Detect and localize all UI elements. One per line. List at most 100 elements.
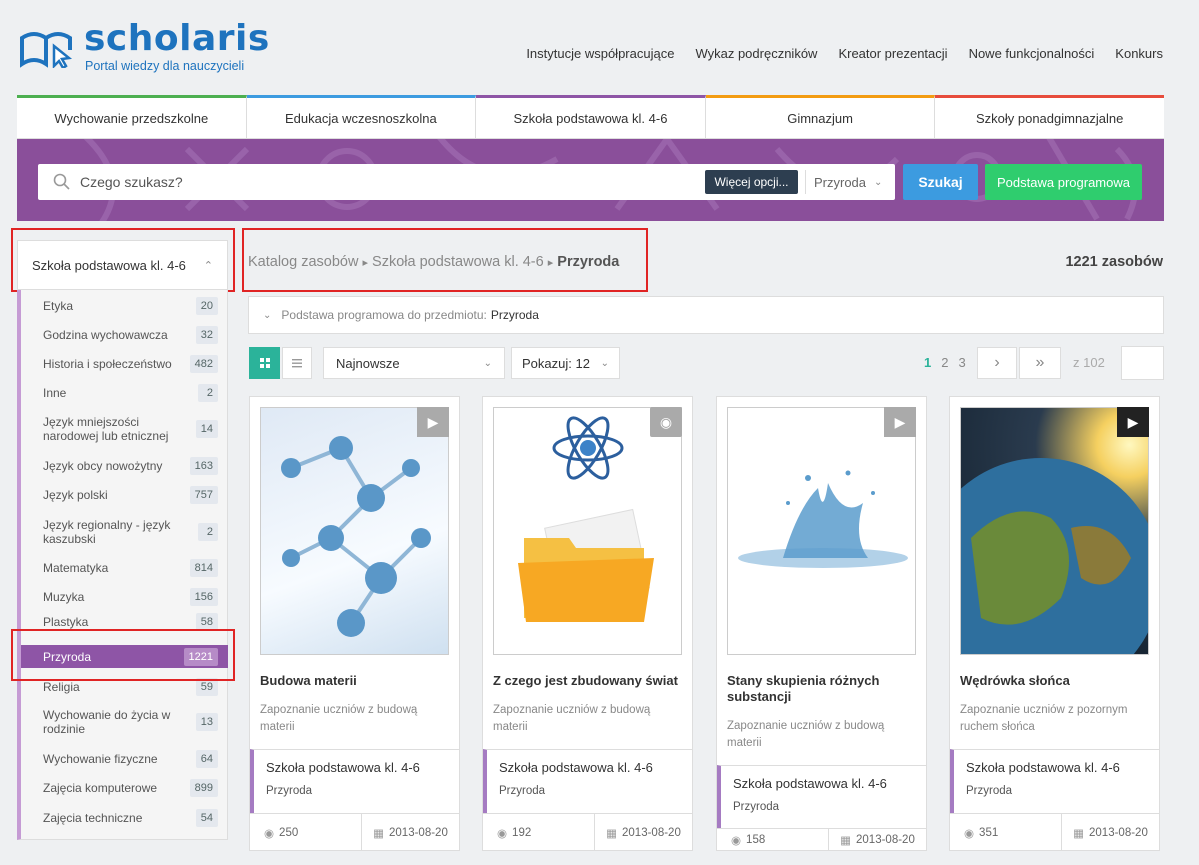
card-image-earth-sun[interactable] xyxy=(960,407,1149,655)
tab-preschool[interactable]: Wychowanie przedszkolne xyxy=(17,95,247,138)
subject-select-value: Przyroda xyxy=(814,174,867,190)
list-view-button[interactable] xyxy=(282,347,312,379)
atom-folder-illustration xyxy=(518,416,654,622)
eye-icon: ◉ xyxy=(264,827,275,840)
chevron-right-icon: › xyxy=(994,354,1000,371)
nav-link-contest[interactable]: Konkurs xyxy=(1115,46,1163,61)
card-date: 2013-08-20 xyxy=(856,834,915,846)
nav-link-new-features[interactable]: Nowe funkcjonalności xyxy=(969,46,1095,61)
page-link-1[interactable]: 1 xyxy=(924,355,931,370)
nav-link-institutions[interactable]: Instytucje współpracujące xyxy=(526,46,674,61)
curriculum-button[interactable]: Podstawa programowa xyxy=(985,164,1142,200)
calendar-icon: ▦ xyxy=(840,835,852,847)
card-subject: Przyroda xyxy=(266,785,313,797)
card-views: 351 xyxy=(979,826,999,839)
resource-card[interactable]: ◉ Z czego jest zbudowany świat Zapoznani… xyxy=(482,396,693,851)
tab-primary-4-6[interactable]: Szkoła podstawowa kl. 4-6 xyxy=(476,95,706,138)
eye-icon: ◉ xyxy=(731,835,742,847)
nav-link-textbooks[interactable]: Wykaz podręczników xyxy=(695,46,817,61)
top-navigation: Instytucje współpracujące Wykaz podręczn… xyxy=(526,46,1163,61)
sidebar-item-godzina-wychowawcza[interactable]: Godzina wychowawcza 32 xyxy=(21,325,228,345)
card-description: Zapoznanie uczniów z budową materii xyxy=(727,720,885,749)
card-footer: ◉ 192 ▦ 2013-08-20 xyxy=(483,813,692,851)
resource-card[interactable]: ▶ Budowa materii Zapoznanie uczniów z bu… xyxy=(249,396,460,851)
sidebar-item-wf[interactable]: Wychowanie fizyczne 64 xyxy=(21,749,228,769)
resource-card[interactable]: ▶ Stany skupienia różnych substancji Zap… xyxy=(716,396,927,851)
grid-icon xyxy=(259,358,270,368)
page-total: z 102 xyxy=(1073,355,1105,370)
calendar-icon: ▦ xyxy=(1073,827,1085,840)
brand-title: scholaris xyxy=(84,18,270,59)
sidebar-item-jezyk-kaszubski[interactable]: Język regionalny - język kaszubski 2 xyxy=(21,515,228,549)
sidebar-item-etyka[interactable]: Etyka 20 xyxy=(21,296,228,316)
resource-card[interactable]: ▶ Wędrówka słońca Zapoznanie uczniów z p… xyxy=(949,396,1160,851)
card-date: 2013-08-20 xyxy=(622,826,681,839)
page-size-select[interactable]: Pokazuj: 12 ⌄ xyxy=(511,347,620,379)
next-page-button[interactable]: › xyxy=(977,347,1017,379)
last-page-button[interactable]: » xyxy=(1019,347,1061,379)
card-date: 2013-08-20 xyxy=(389,826,448,839)
card-description: Zapoznanie uczniów z pozornym ruchem sło… xyxy=(960,704,1128,733)
curriculum-bar[interactable]: ⌄ Podstawa programowa do przedmiotu: Prz… xyxy=(248,296,1164,334)
sidebar-item-jezyk-polski[interactable]: Język polski 757 xyxy=(21,485,228,505)
curriculum-value: Przyroda xyxy=(490,308,539,322)
double-chevron-right-icon: » xyxy=(1035,354,1045,371)
card-meta: Szkoła podstawowa kl. 4-6 Przyroda xyxy=(483,749,692,813)
card-subject: Przyroda xyxy=(499,785,546,797)
earth-illustration xyxy=(961,458,1148,654)
list-icon xyxy=(292,359,302,368)
sidebar-item-zajecia-techniczne[interactable]: Zajęcia techniczne 54 xyxy=(21,808,228,828)
card-date: 2013-08-20 xyxy=(1089,826,1148,839)
sidebar-item-matematyka[interactable]: Matematyka 814 xyxy=(21,558,228,578)
pagination: 1 2 3 xyxy=(924,355,966,370)
sidebar-item-muzyka[interactable]: Muzyka 156 xyxy=(21,587,228,607)
card-level: Szkoła podstawowa kl. 4-6 xyxy=(733,776,887,791)
search-input[interactable] xyxy=(80,166,690,198)
more-options-button[interactable]: Więcej opcji... xyxy=(705,170,798,194)
book-cursor-icon xyxy=(20,32,73,68)
card-title[interactable]: Wędrówka słońca xyxy=(960,673,1150,689)
page-number-input[interactable] xyxy=(1121,346,1164,380)
sidebar-item-zajecia-komputerowe[interactable]: Zajęcia komputerowe 899 xyxy=(21,778,228,798)
card-title[interactable]: Z czego jest zbudowany świat xyxy=(493,673,683,689)
card-title[interactable]: Budowa materii xyxy=(260,673,450,689)
water-splash-illustration xyxy=(738,470,908,568)
card-image-folder-atom[interactable] xyxy=(493,407,682,655)
sidebar-item-jezyk-mniejszosci[interactable]: Język mniejszości narodowej lub etniczne… xyxy=(21,412,228,446)
video-icon: ▶ xyxy=(1117,407,1149,437)
highlight-frame-subject xyxy=(11,629,235,681)
sidebar-item-jezyk-obcy[interactable]: Język obcy nowożytny 163 xyxy=(21,456,228,476)
calendar-icon: ▦ xyxy=(373,827,385,840)
logo[interactable]: scholaris Portal wiedzy dla nauczycieli xyxy=(18,18,269,78)
chevron-down-icon: ⌄ xyxy=(600,357,609,369)
subject-select[interactable]: Przyroda ⌄ xyxy=(805,170,893,194)
tab-early-education[interactable]: Edukacja wczesnoszkolna xyxy=(246,95,477,138)
curriculum-label: Podstawa programowa do przedmiotu: xyxy=(281,308,487,322)
chevron-down-icon: ⌄ xyxy=(263,309,272,321)
card-image-water-splash[interactable] xyxy=(727,407,916,655)
card-image-molecules[interactable] xyxy=(260,407,449,655)
card-meta: Szkoła podstawowa kl. 4-6 Przyroda xyxy=(717,765,926,829)
sort-select[interactable]: Najnowsze ⌄ xyxy=(323,347,505,379)
card-description: Zapoznanie uczniów z budową materii xyxy=(260,704,418,733)
search-icon xyxy=(53,173,70,190)
sidebar-item-inne[interactable]: Inne 2 xyxy=(21,383,228,403)
page-link-2[interactable]: 2 xyxy=(941,355,948,370)
nav-link-presentation-creator[interactable]: Kreator prezentacji xyxy=(838,46,947,61)
sidebar-item-wdz[interactable]: Wychowanie do życia w rodzinie 13 xyxy=(21,705,228,739)
bell-icon: ◉ xyxy=(650,407,682,437)
grid-view-button[interactable] xyxy=(249,347,280,379)
tab-high-school[interactable]: Szkoły ponadgimnazjalne xyxy=(935,95,1164,138)
card-footer: ◉ 351 ▦ 2013-08-20 xyxy=(950,813,1159,851)
chevron-down-icon: ⌄ xyxy=(483,357,492,369)
sort-select-value: Najnowsze xyxy=(336,355,400,371)
calendar-icon: ▦ xyxy=(606,827,618,840)
result-count: 1221 zasobów xyxy=(1065,254,1163,270)
card-title[interactable]: Stany skupienia różnych substancji xyxy=(727,673,917,705)
sidebar-item-historia[interactable]: Historia i społeczeństwo 482 xyxy=(21,354,228,374)
tab-middle-school[interactable]: Gimnazjum xyxy=(705,95,936,138)
search-button[interactable]: Szukaj xyxy=(903,164,978,200)
page-link-3[interactable]: 3 xyxy=(958,355,965,370)
card-description: Zapoznanie uczniów z budową materii xyxy=(493,704,651,733)
chevron-down-icon: ⌄ xyxy=(874,176,883,188)
